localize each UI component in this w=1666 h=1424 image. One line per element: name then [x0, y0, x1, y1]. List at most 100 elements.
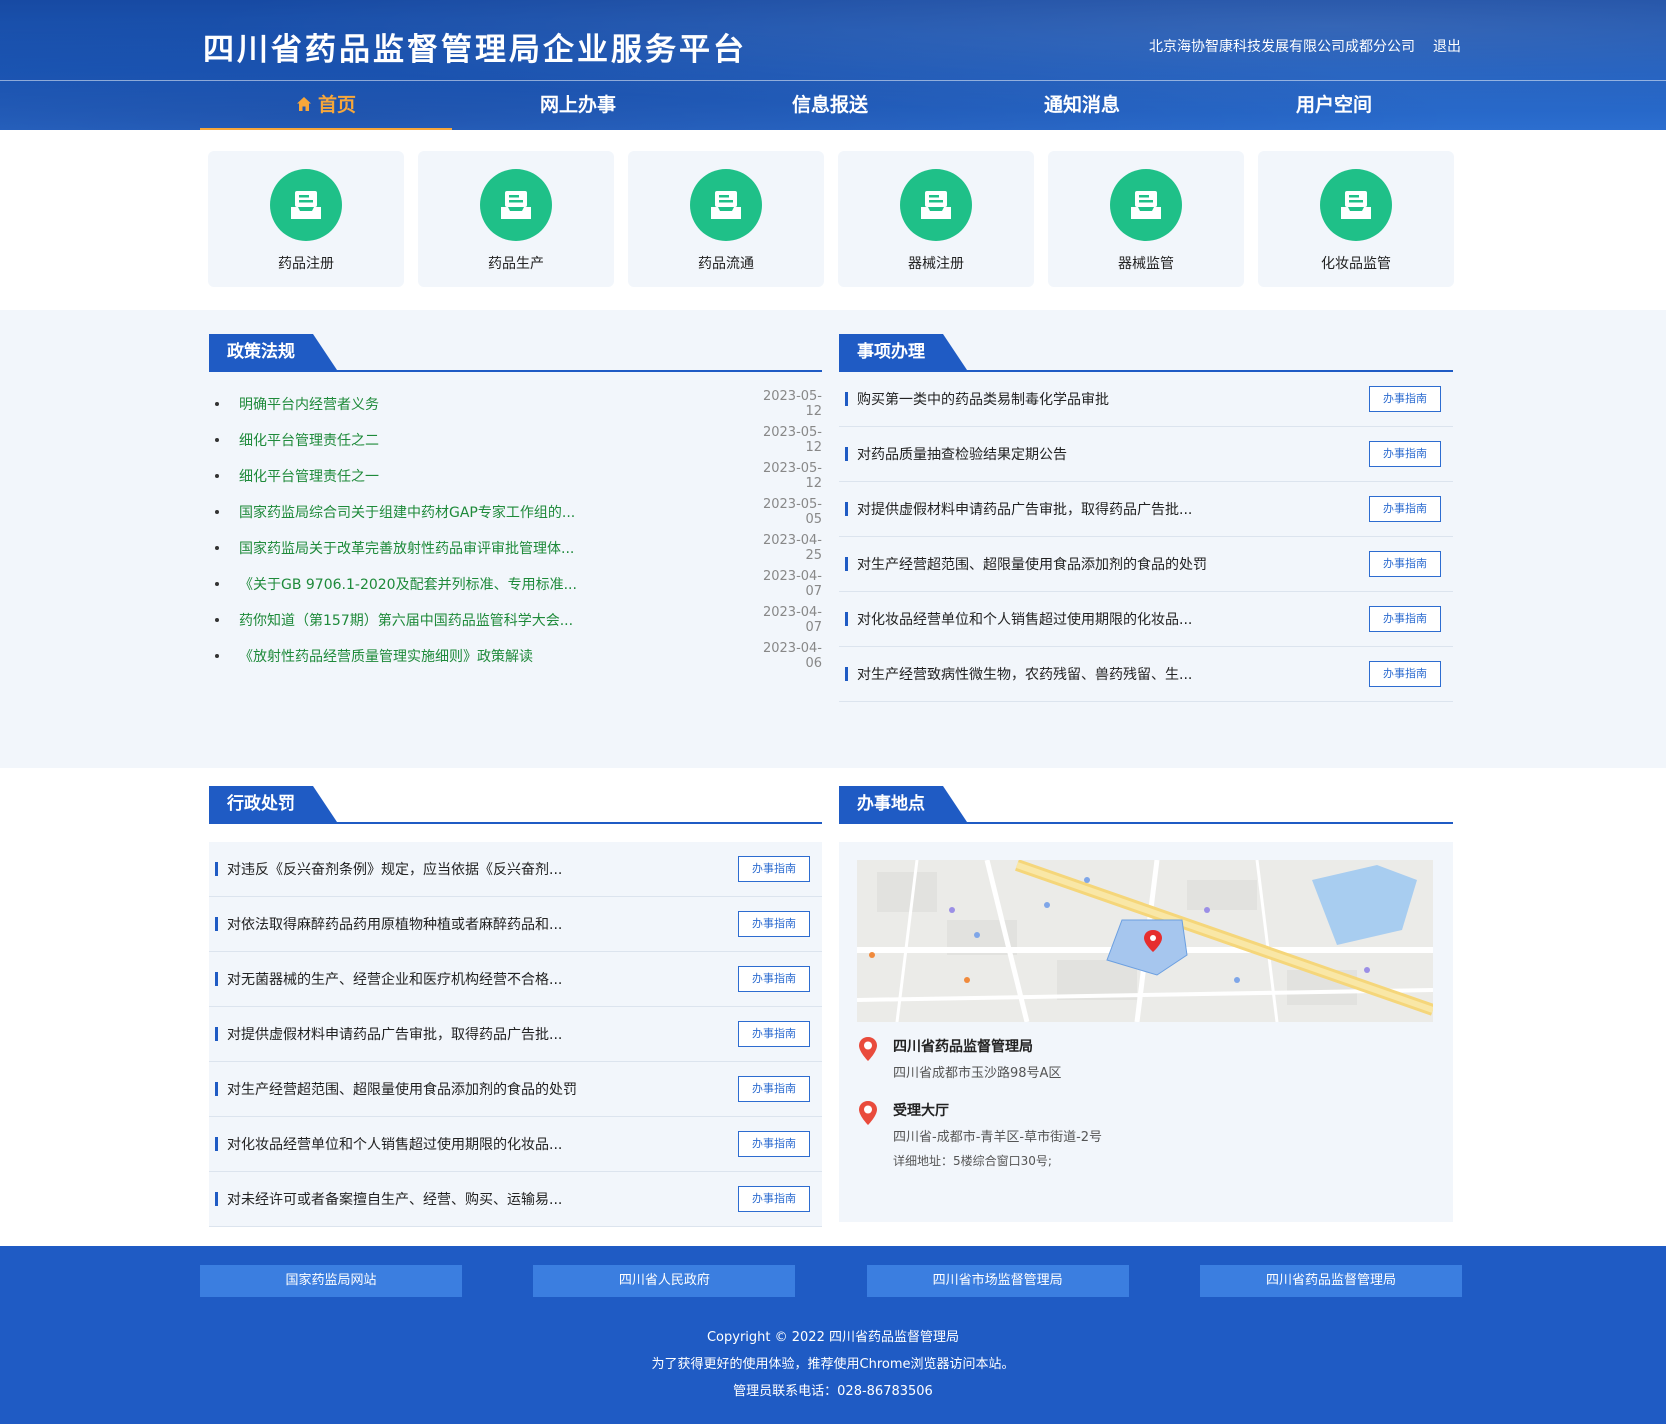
- matter-item-title[interactable]: 对药品质量抽查检验结果定期公告: [857, 444, 1369, 464]
- matter-item-title[interactable]: 对生产经营超范围、超限量使用食品添加剂的食品的处罚: [857, 554, 1369, 574]
- guide-button[interactable]: 办事指南: [1369, 606, 1441, 632]
- policy-item-date: 2023-04-07: [762, 569, 822, 599]
- service-drug-production[interactable]: 药品生产: [418, 151, 614, 287]
- nav-item-user-space[interactable]: 用户空间: [1208, 81, 1460, 130]
- guide-button[interactable]: 办事指南: [1369, 661, 1441, 687]
- policy-item-title[interactable]: 细化平台管理责任之二: [239, 430, 752, 450]
- matter-item: 购买第一类中的药品类易制毒化学品审批 办事指南: [839, 372, 1453, 427]
- guide-button[interactable]: 办事指南: [1369, 441, 1441, 467]
- footer-link-market-supervision[interactable]: 四川省市场监督管理局: [866, 1265, 1129, 1297]
- nav-item-online-service[interactable]: 网上办事: [452, 81, 704, 130]
- inbox-icon: [900, 169, 972, 241]
- penalty-item-title[interactable]: 对提供虚假材料申请药品广告审批，取得药品广告批...: [227, 1024, 738, 1044]
- penalty-section-header: 行政处罚: [209, 786, 822, 824]
- service-drug-circulation[interactable]: 药品流通: [628, 151, 824, 287]
- locations-section-title: 办事地点: [839, 786, 967, 822]
- policy-item: 明确平台内经营者义务 2023-05-12: [209, 386, 822, 422]
- locations-box: 四川省药品监督管理局 四川省成都市玉沙路98号A区 受理大厅 四川省-成都市-青…: [839, 842, 1453, 1222]
- penalty-list: 对违反《反兴奋剂条例》规定，应当依据《反兴奋剂... 办事指南 对依法取得麻醉药品药…: [209, 842, 822, 1227]
- inbox-icon: [480, 169, 552, 241]
- nav-item-label: 首页: [317, 94, 356, 116]
- guide-button[interactable]: 办事指南: [738, 1021, 810, 1047]
- policy-item: 国家药监局综合司关于组建中药材GAP专家工作组的... 2023-05-05: [209, 494, 822, 530]
- policy-item-title[interactable]: 明确平台内经营者义务: [239, 394, 752, 414]
- service-label: 药品流通: [698, 256, 754, 272]
- service-drug-registration[interactable]: 药品注册: [208, 151, 404, 287]
- policy-item-date: 2023-04-25: [762, 533, 822, 563]
- guide-button[interactable]: 办事指南: [1369, 551, 1441, 577]
- policy-item: 国家药监局关于改革完善放射性药品审评审批管理体... 2023-04-25: [209, 530, 822, 566]
- service-label: 药品生产: [488, 256, 544, 272]
- policy-item-date: 2023-04-07: [762, 605, 822, 635]
- policy-item: 《放射性药品经营质量管理实施细则》政策解读 2023-04-06: [209, 638, 822, 674]
- penalty-item: 对违反《反兴奋剂条例》规定，应当依据《反兴奋剂... 办事指南: [209, 842, 822, 897]
- bullet-bar-icon: [845, 502, 848, 516]
- policy-item-date: 2023-05-12: [762, 389, 822, 419]
- company-name[interactable]: 北京海协智康科技发展有限公司成都分公司: [1149, 36, 1415, 56]
- location-detail: 详细地址：5楼综合窗口30号;: [893, 1154, 1052, 1168]
- penalty-item-title[interactable]: 对无菌器械的生产、经营企业和医疗机构经营不合格...: [227, 969, 738, 989]
- nav-item-home[interactable]: 首页: [200, 81, 452, 130]
- policy-item-title[interactable]: 国家药监局综合司关于组建中药材GAP专家工作组的...: [239, 502, 752, 522]
- policy-item-title[interactable]: 细化平台管理责任之一: [239, 466, 752, 486]
- policy-item-title[interactable]: 国家药监局关于改革完善放射性药品审评审批管理体...: [239, 538, 752, 558]
- site-footer: 国家药监局网站 四川省人民政府 四川省市场监督管理局 四川省药品监督管理局 Co…: [0, 1246, 1666, 1424]
- location-map[interactable]: [857, 860, 1433, 1022]
- service-label: 药品注册: [278, 256, 334, 272]
- footer-link-sichuan-mpa[interactable]: 四川省药品监督管理局: [1199, 1265, 1462, 1297]
- main-nav: 首页 网上办事 信息报送 通知消息 用户空间: [200, 81, 1462, 130]
- nav-item-info-report[interactable]: 信息报送: [704, 81, 956, 130]
- guide-button[interactable]: 办事指南: [738, 856, 810, 882]
- policy-item-date: 2023-05-12: [762, 425, 822, 455]
- guide-button[interactable]: 办事指南: [738, 1186, 810, 1212]
- bullet-bar-icon: [845, 667, 848, 681]
- inbox-icon: [270, 169, 342, 241]
- location-pin-icon: [859, 1101, 877, 1125]
- matter-item-title[interactable]: 对生产经营致病性微生物，农药残留、兽药残留、生...: [857, 664, 1369, 684]
- guide-button[interactable]: 办事指南: [738, 1131, 810, 1157]
- policy-item-title[interactable]: 《关于GB 9706.1-2020及配套并列标准、专用标准...: [239, 574, 752, 594]
- bullet-bar-icon: [845, 612, 848, 626]
- location-address: 四川省-成都市-青羊区-草市街道-2号: [893, 1130, 1103, 1145]
- matters-list: 购买第一类中的药品类易制毒化学品审批 办事指南 对药品质量抽查检验结果定期公告 办事指…: [839, 372, 1453, 702]
- penalty-item-title[interactable]: 对违反《反兴奋剂条例》规定，应当依据《反兴奋剂...: [227, 859, 738, 879]
- copyright-text: Copyright © 2022 四川省药品监督管理局: [706, 1330, 959, 1345]
- matter-item-title[interactable]: 对化妆品经营单位和个人销售超过使用期限的化妆品...: [857, 609, 1369, 629]
- guide-button[interactable]: 办事指南: [1369, 386, 1441, 412]
- guide-button[interactable]: 办事指南: [1369, 496, 1441, 522]
- nav-item-notifications[interactable]: 通知消息: [956, 81, 1208, 130]
- penalty-item: 对化妆品经营单位和个人销售超过使用期限的化妆品... 办事指南: [209, 1117, 822, 1172]
- policy-item: 《关于GB 9706.1-2020及配套并列标准、专用标准... 2023-04-…: [209, 566, 822, 602]
- matter-item: 对提供虚假材料申请药品广告审批，取得药品广告批... 办事指南: [839, 482, 1453, 537]
- penalty-item-title[interactable]: 对未经许可或者备案擅自生产、经营、购买、运输易...: [227, 1189, 738, 1209]
- policy-item-title[interactable]: 药你知道（第157期）第六届中国药品监管科学大会...: [239, 610, 752, 630]
- matter-item: 对化妆品经营单位和个人销售超过使用期限的化妆品... 办事指南: [839, 592, 1453, 647]
- penalty-item-title[interactable]: 对生产经营超范围、超限量使用食品添加剂的食品的处罚: [227, 1079, 738, 1099]
- penalty-item: 对生产经营超范围、超限量使用食品添加剂的食品的处罚 办事指南: [209, 1062, 822, 1117]
- policy-item-date: 2023-04-06: [762, 641, 822, 671]
- footer-link-sichuan-gov[interactable]: 四川省人民政府: [533, 1265, 796, 1297]
- guide-button[interactable]: 办事指南: [738, 911, 810, 937]
- bullet-icon: [215, 474, 219, 478]
- bullet-bar-icon: [215, 862, 218, 876]
- matter-item-title[interactable]: 购买第一类中的药品类易制毒化学品审批: [857, 389, 1369, 409]
- policy-item: 细化平台管理责任之二 2023-05-12: [209, 422, 822, 458]
- inbox-icon: [1110, 169, 1182, 241]
- policy-item-title[interactable]: 《放射性药品经营质量管理实施细则》政策解读: [239, 646, 752, 666]
- service-device-supervision[interactable]: 器械监管: [1048, 151, 1244, 287]
- matters-section-header: 事项办理: [839, 334, 1453, 372]
- penalty-item-title[interactable]: 对依法取得麻醉药品药用原植物种植或者麻醉药品和...: [227, 914, 738, 934]
- guide-button[interactable]: 办事指南: [738, 1076, 810, 1102]
- matter-item: 对生产经营超范围、超限量使用食品添加剂的食品的处罚 办事指南: [839, 537, 1453, 592]
- service-cosmetics-supervision[interactable]: 化妆品监管: [1258, 151, 1454, 287]
- logout-link[interactable]: 退出: [1433, 36, 1461, 56]
- footer-link-nmpa[interactable]: 国家药监局网站: [200, 1265, 462, 1297]
- guide-button[interactable]: 办事指南: [738, 966, 810, 992]
- penalty-item: 对未经许可或者备案擅自生产、经营、购买、运输易... 办事指南: [209, 1172, 822, 1227]
- matter-item-title[interactable]: 对提供虚假材料申请药品广告审批，取得药品广告批...: [857, 499, 1369, 519]
- policy-item-date: 2023-05-12: [762, 461, 822, 491]
- home-icon: [296, 97, 311, 111]
- service-device-registration[interactable]: 器械注册: [838, 151, 1034, 287]
- bullet-icon: [215, 654, 219, 658]
- penalty-item-title[interactable]: 对化妆品经营单位和个人销售超过使用期限的化妆品...: [227, 1134, 738, 1154]
